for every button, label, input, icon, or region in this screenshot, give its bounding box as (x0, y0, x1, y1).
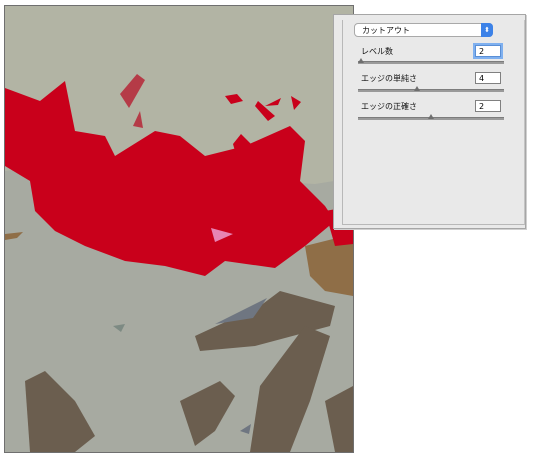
levels-label: レベル数 (361, 47, 393, 56)
edge-simplicity-slider[interactable] (358, 86, 504, 92)
updown-chevron-icon: ⬍ (481, 23, 493, 37)
levels-slider-thumb[interactable] (358, 58, 364, 63)
edge-simplicity-label: エッジの単純さ (361, 74, 417, 83)
edge-fidelity-input[interactable] (475, 100, 501, 112)
edge-fidelity-slider[interactable] (358, 114, 504, 120)
filter-select-dropdown[interactable]: カットアウト ⬍ (354, 23, 493, 37)
levels-input[interactable] (473, 43, 503, 59)
edge-fidelity-slider-thumb[interactable] (428, 114, 434, 119)
edge-simplicity-slider-thumb[interactable] (414, 86, 420, 91)
edge-fidelity-label: エッジの正確さ (361, 102, 417, 111)
levels-slider[interactable] (358, 58, 504, 64)
cutout-filter-panel: カットアウト ⬍ レベル数 エッジの単純さ エッジの正確さ (333, 14, 526, 229)
edge-simplicity-input[interactable] (475, 72, 501, 84)
filter-preview-canvas[interactable] (4, 5, 354, 453)
filter-select-label: カットアウト (362, 26, 410, 35)
cutout-preview-image (5, 6, 353, 452)
